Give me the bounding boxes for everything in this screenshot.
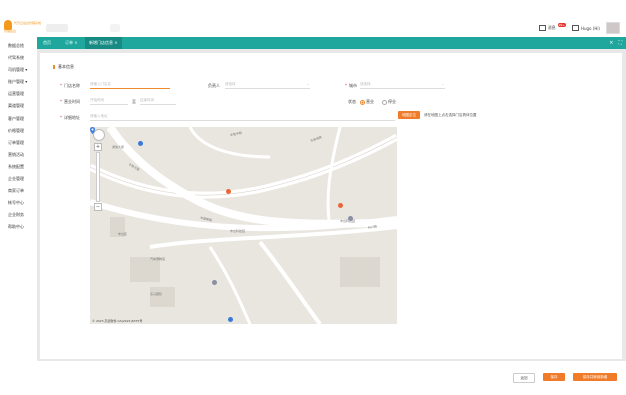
sidebar-item[interactable]: 订单管理 (0, 137, 37, 149)
radio-unchecked-icon (382, 99, 387, 105)
refresh-icon[interactable]: × (609, 37, 613, 49)
zoom-in-button[interactable]: + (94, 143, 102, 151)
map-poi-icon[interactable] (338, 203, 343, 208)
map-poi-icon[interactable] (138, 141, 143, 146)
back-button[interactable]: 返回 (513, 373, 535, 383)
user-icon (571, 25, 579, 31)
map-zoom-control: + − (93, 129, 105, 211)
zoom-out-button[interactable]: − (94, 203, 102, 211)
form-panel: 基本信息 * 门店名称 请输入门店名 负责人 请选择 ⌄ * 城市 请选择 ⌄ * 营业时… (40, 53, 622, 359)
zoom-slider[interactable] (96, 152, 100, 202)
save-continue-button[interactable]: 保存并继续新增 (573, 373, 617, 381)
map-poi-label: 通信大厦 (112, 145, 125, 149)
user-name: Hugo (Hi) (580, 25, 600, 31)
sidebar-item[interactable]: 渠道管理 (0, 100, 37, 112)
sidebar-item[interactable]: 帐号中心 (0, 197, 37, 209)
tab-home[interactable]: 首页 (39, 37, 55, 49)
status-open-radio[interactable]: 营业 (360, 99, 374, 105)
top-bar: 代驾云后台管理系统 管理后台 消息 99+ Hugo (Hi) (0, 0, 626, 36)
map-poi-icon[interactable] (228, 317, 233, 322)
header-actions: 消息 99+ Hugo (Hi) (538, 22, 620, 34)
messages-button[interactable]: 消息 99+ (538, 23, 566, 31)
avatar[interactable] (606, 22, 620, 34)
map-road-label: 丰台科技园 (230, 229, 246, 233)
logo-subtitle: 管理后台 (4, 29, 17, 33)
save-button[interactable]: 保存 (543, 373, 565, 381)
tab-bar: 首页 订单 × 新增门店信息 × × ⛶ (37, 37, 626, 49)
message-count-badge: 99+ (557, 23, 566, 27)
fullscreen-icon[interactable]: ⛶ (618, 37, 622, 49)
sidebar-item[interactable]: 数据总揽 (0, 40, 37, 52)
sidebar-item[interactable]: 代驾系统 (0, 52, 37, 64)
tab-tools: × ⛶ (609, 37, 622, 49)
header-blurred-block (46, 24, 68, 32)
main-content: 基本信息 * 门店名称 请输入门店名 负责人 请选择 ⌄ * 城市 请选择 ⌄ * 营业时… (37, 49, 626, 395)
sidebar-item[interactable]: 运营管理 (0, 88, 37, 100)
locate-button[interactable]: 地图定位 (398, 111, 420, 119)
section-title: 基本信息 (53, 64, 74, 70)
mail-icon (538, 25, 546, 31)
map-poi-label: 东兴国际 (150, 292, 163, 296)
chevron-down-icon: ⌄ (441, 82, 444, 86)
sidebar-item[interactable]: 价格管理 (0, 125, 37, 137)
tab-new-store[interactable]: 新增门店信息 × (85, 37, 122, 49)
sidebar-item[interactable]: 系统配置 (0, 161, 37, 173)
radio-checked-icon (360, 99, 365, 105)
tab-orders[interactable]: 订单 × (61, 37, 82, 49)
sidebar-item[interactable]: 企业管理 (0, 173, 37, 185)
sidebar-item[interactable]: 客户管理 (0, 113, 37, 125)
sidebar-item[interactable]: 司机管理 ▾ (0, 64, 37, 76)
hours-end-input[interactable]: 结束时间 (140, 97, 176, 105)
hours-start-input[interactable]: 开始时间 (90, 97, 128, 105)
sidebar-item[interactable]: 商家订单 (0, 185, 37, 197)
sidebar: 数据总揽 代驾系统 司机管理 ▾ 账户管理 ▾ 运营管理 渠道管理 客户管理 价… (0, 37, 37, 395)
store-name-input[interactable]: 请输入门店名 (90, 81, 170, 89)
address-label: * 详细地址 (60, 115, 80, 120)
sidebar-item[interactable]: 帮助中心 (0, 221, 37, 233)
app-logo[interactable]: 代驾云后台管理系统 管理后台 (4, 20, 41, 33)
user-menu[interactable]: Hugo (Hi) (571, 25, 600, 31)
map-road-label: 汽车博物馆 (150, 257, 166, 261)
hours-label: * 营业时间 (60, 99, 80, 104)
sidebar-item[interactable]: 营销活动 (0, 149, 37, 161)
map-marker-icon[interactable] (90, 127, 95, 134)
map-poi-icon[interactable] (348, 216, 353, 221)
header-blurred-block-2 (110, 24, 120, 32)
manager-label: 负责人 (208, 83, 220, 88)
address-input[interactable]: 请输入地址 (90, 113, 395, 121)
logo-text: 代驾云后台管理系统 (14, 21, 42, 25)
messages-label: 消息 (547, 25, 556, 30)
sidebar-item[interactable]: 企业财务 (0, 209, 37, 221)
hours-separator: 至 (132, 99, 136, 104)
map-poi-icon[interactable] (226, 189, 231, 194)
map-roads (90, 127, 397, 324)
city-select[interactable]: 请选择 ⌄ (360, 81, 445, 89)
sidebar-item[interactable]: 账户管理 ▾ (0, 76, 37, 88)
map-road-label: 丰台区 (118, 232, 128, 236)
section-marker (53, 65, 55, 69)
chevron-down-icon: ⌄ (306, 82, 309, 86)
locate-hint: 请在地图上点击选择门店具体位置 (424, 113, 477, 117)
map-view[interactable]: + − 丰登中路 丰登北路 丰登南路 丰台科技园 科兴路 东高地路 汽车博物馆 … (90, 127, 397, 324)
store-name-label: * 门店名称 (60, 83, 80, 88)
manager-select[interactable]: 请选择 ⌄ (225, 81, 310, 89)
map-poi-icon[interactable] (212, 280, 217, 285)
status-label: 状态 (348, 99, 356, 104)
form-footer: 返回 保存 保存并继续新增 (37, 361, 626, 395)
status-closed-radio[interactable]: 停业 (382, 99, 396, 105)
city-label: * 城市 (345, 83, 357, 88)
map-copyright: © 2023 高德软件 GS(2021)6375号 (92, 319, 143, 323)
